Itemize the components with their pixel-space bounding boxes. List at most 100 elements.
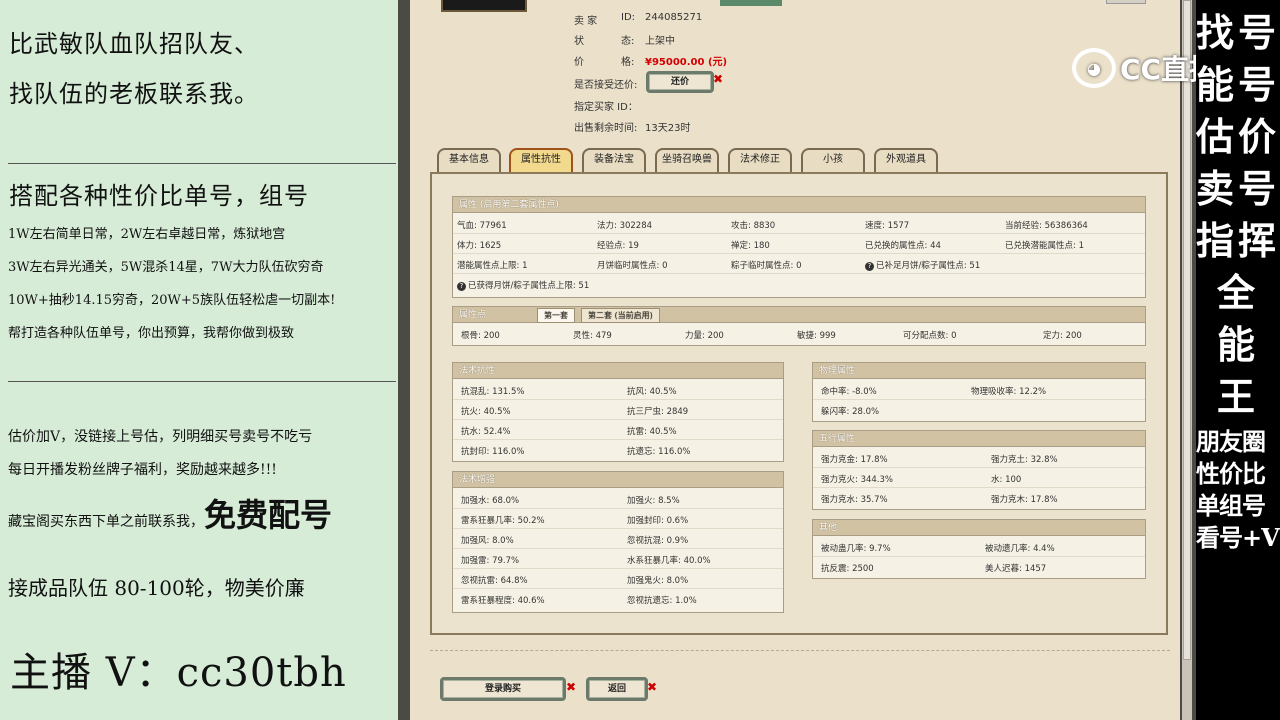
table-row: 雷系狂暴程度: 40.6% 忽视抗遗忘: 1.0% (453, 589, 783, 609)
stat-exp: 当前经验: 56386364 (1005, 221, 1088, 231)
table-row: 躲闪率: 28.0% (813, 400, 1145, 420)
attribute-panel: 属性 (启用第二套属性点) 气血: 77961 法力: 302284 攻击: 8… (452, 196, 1146, 298)
promo-line: 帮打造各种队伍单号，你出预算，我帮你做到极致 (8, 326, 295, 341)
banner-line: 单组号 (1196, 491, 1266, 520)
point-willpower: 定力: 200 (1043, 331, 1082, 341)
attribute-header: 属性 (启用第二套属性点) (453, 197, 1145, 213)
logo-icon: ◕ (1072, 48, 1116, 88)
promo-line: 比武敏队血队招队友、 (9, 30, 259, 58)
physical-value: 物理吸收率: 12.2% (971, 387, 1047, 397)
game-window: 卖 家 ID: 244085271 状 态: 上架中 价 格: ¥95000.0… (398, 0, 1196, 720)
tab-content-frame: 属性 (启用第二套属性点) 气血: 77961 法力: 302284 攻击: 8… (430, 172, 1168, 635)
other-value: 被动遗几率: 4.4% (985, 544, 1055, 554)
status-label: 状 (574, 36, 584, 47)
promo-line: 1W左右简单日常，2W左右卓越日常，炼狱地宫 (8, 227, 286, 242)
element-value: 强力克木: 17.8% (991, 495, 1058, 505)
table-row: 加强风: 8.0% 忽视抗混: 0.9% (453, 529, 783, 549)
element-value: 强力克土: 32.8% (991, 455, 1058, 465)
divider (430, 650, 1170, 651)
seller-id-label: ID: (621, 12, 636, 23)
enhance-value: 加强鬼火: 8.0% (627, 576, 689, 586)
resist-value: 抗封印: 116.0% (461, 447, 525, 457)
banner-char: 指 (1196, 218, 1235, 263)
table-row: 根骨: 200 灵性: 479 力量: 200 敏捷: 999 可分配点数: 0… (453, 324, 1145, 344)
counter-offer-button[interactable]: 还价 (646, 71, 714, 93)
promo-line: 3W左右异光通关，5W混杀14星，7W大力队伍砍穷奇 (8, 260, 324, 275)
tab-point-set-1[interactable]: 第一套 (537, 308, 575, 323)
scrollbar-thumb[interactable] (1183, 0, 1191, 660)
table-row: 气血: 77961 法力: 302284 攻击: 8830 速度: 1577 当… (453, 214, 1145, 234)
banner-char: 找 (1196, 10, 1235, 55)
enhance-value: 加强水: 68.0% (461, 496, 520, 506)
help-icon[interactable]: ? (457, 282, 466, 291)
stat-potential-cap: 潜能属性点上限: 1 (457, 261, 528, 271)
physical-panel: 物理属性 命中率: -8.0% 物理吸收率: 12.2% 躲闪率: 28.0% (812, 362, 1146, 422)
other-value: 抗反震: 2500 (821, 564, 874, 574)
other-value: 被动蛊几率: 9.7% (821, 544, 891, 554)
promo-line: 10W+抽秒14.15穷奇，20W+5族队伍轻松虐一切副本! (8, 293, 336, 308)
divider (8, 163, 396, 164)
banner-char: 号 (1238, 62, 1277, 107)
banner-char: 号 (1238, 166, 1277, 211)
back-button[interactable]: 返回 (586, 677, 648, 701)
stat-mp: 法力: 302284 (597, 221, 653, 231)
enhance-value: 加强雷: 79.7% (461, 556, 520, 566)
table-row: 抗混乱: 131.5% 抗风: 40.5% (453, 380, 783, 400)
element-value: 水: 100 (991, 475, 1022, 485)
banner-char: 卖 (1196, 166, 1235, 211)
login-buy-button[interactable]: 登录购买 (440, 677, 566, 701)
seller-id: 244085271 (645, 12, 703, 23)
listing-page: 卖 家 ID: 244085271 状 态: 上架中 价 格: ¥95000.0… (410, 0, 1180, 720)
other-panel: 其他 被动蛊几率: 9.7% 被动遗几率: 4.4% 抗反震: 2500 美人迟暮:… (812, 519, 1146, 579)
table-row: 抗火: 40.5% 抗三尸虫: 2849 (453, 400, 783, 420)
top-button[interactable] (1106, 0, 1146, 4)
tab-point-set-2[interactable]: 第二套 (当前启用) (581, 308, 660, 323)
enhance-value: 加强封印: 0.6% (627, 516, 689, 526)
tab-child[interactable]: 小孩 (801, 148, 865, 172)
table-row: 雷系狂暴几率: 50.2% 加强封印: 0.6% (453, 509, 783, 529)
physical-value: 命中率: -8.0% (821, 387, 877, 397)
table-row: 强力克金: 17.8% 强力克土: 32.8% (813, 448, 1145, 468)
enhance-value: 忽视抗混: 0.9% (627, 536, 689, 546)
spell-enhance-panel: 法术增强 加强水: 68.0% 加强火: 8.5% 雷系狂暴几率: 50.2% 加强… (452, 471, 784, 613)
close-icon: ✖ (713, 72, 724, 86)
enhance-value: 忽视抗雷: 64.8% (461, 576, 528, 586)
tab-basic-info[interactable]: 基本信息 (437, 148, 501, 172)
time-left-value: 13天23时 (645, 123, 691, 134)
tab-equipment[interactable]: 装备法宝 (582, 148, 646, 172)
help-icon[interactable]: ? (865, 262, 874, 271)
promo-line: 搭配各种性价比单号，组号 (9, 182, 309, 210)
scrollbar[interactable] (1182, 0, 1192, 720)
tab-appearance[interactable]: 外观道具 (874, 148, 938, 172)
time-left-label: 出售剩余时间: (574, 123, 638, 134)
element-value: 强力克火: 344.3% (821, 475, 893, 485)
stat-exchanged-potential: 已兑换潜能属性点: 1 (1005, 241, 1084, 251)
resist-value: 抗混乱: 131.5% (461, 387, 525, 397)
promo-line: 找队伍的老板联系我。 (9, 80, 259, 108)
stat-hp: 气血: 77961 (457, 221, 507, 231)
physical-header: 物理属性 (813, 363, 1145, 379)
banner-line: 性价比 (1196, 459, 1266, 488)
table-row: 潜能属性点上限: 1 月饼临时属性点: 0 粽子临时属性点: 0 ? 已补足月饼/… (453, 254, 1145, 274)
status-chip[interactable] (720, 0, 782, 6)
enhance-value: 水系狂暴几率: 40.0% (627, 556, 711, 566)
banner-char: 全 (1217, 270, 1256, 315)
status-value: 上架中 (645, 36, 675, 47)
five-elements-header: 五行属性 (813, 431, 1145, 447)
points-header-label: 属性点 (459, 310, 487, 320)
other-header: 其他 (813, 520, 1145, 536)
right-banner: 找 号 能 号 估 价 卖 号 指 挥 全 能 王 朋友圈 性价比 单组号 看号… (1196, 0, 1280, 720)
tab-spell-mods[interactable]: 法术修正 (728, 148, 792, 172)
promo-line: 估价加V，没链接上号估，列明细买号卖号不吃亏 (8, 429, 313, 445)
physical-value: 躲闪率: 28.0% (821, 407, 880, 417)
tab-attributes[interactable]: 属性抗性 (509, 148, 573, 172)
stat-mooncake-temp: 月饼临时属性点: 0 (597, 261, 668, 271)
divider (8, 381, 396, 382)
seller-label: 卖 家 (574, 16, 598, 27)
stat-obtained-cap-text: 已获得月饼/粽子属性点上限: 51 (468, 281, 590, 291)
tab-mounts-pets[interactable]: 坐骑召唤兽 (655, 148, 719, 172)
point-strength: 力量: 200 (685, 331, 724, 341)
resist-value: 抗雷: 40.5% (627, 427, 677, 437)
stat-attack: 攻击: 8830 (731, 221, 776, 231)
enhance-value: 雷系狂暴程度: 40.6% (461, 596, 545, 606)
